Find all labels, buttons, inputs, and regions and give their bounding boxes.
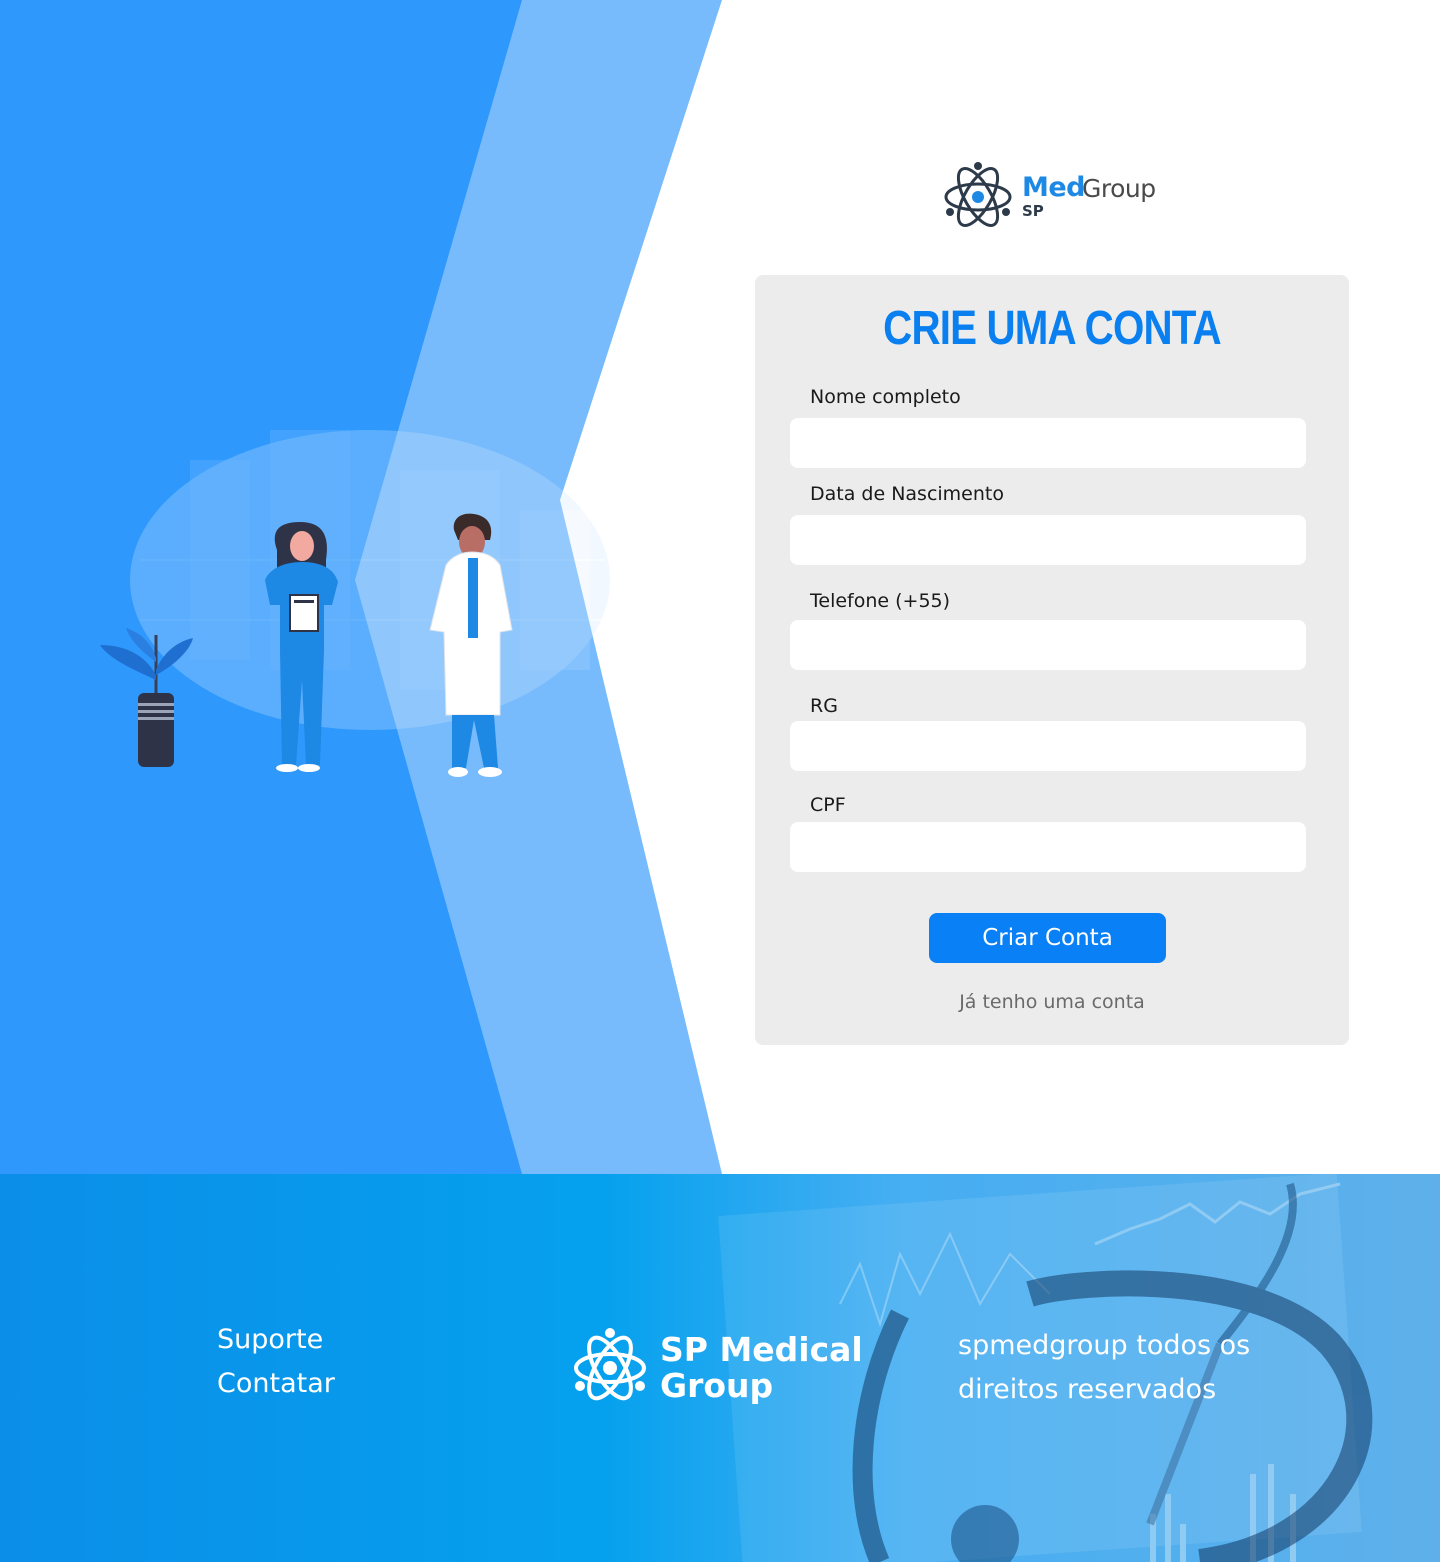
hero-section: Med Group SP CRIE UMA CONTA Nome complet… <box>0 0 1440 1174</box>
support-link[interactable]: Suporte <box>217 1324 323 1355</box>
brand-group-text: Group <box>1082 174 1156 203</box>
rg-input[interactable] <box>790 721 1306 771</box>
phone-label: Telefone (+55) <box>810 590 951 612</box>
contact-link[interactable]: Contatar <box>217 1368 335 1399</box>
medgroup-logo: Med Group SP <box>942 156 1162 238</box>
hospital-building-icon <box>130 430 610 730</box>
brand-med-text: Med <box>1022 172 1086 203</box>
medical-staff-illustration <box>100 430 610 777</box>
birthdate-label: Data de Nascimento <box>810 483 1004 505</box>
copyright-text: spmedgroup todos os direitos reservados <box>958 1330 1251 1405</box>
name-label: Nome completo <box>810 386 961 408</box>
brand-sp-text: SP <box>1022 202 1044 220</box>
form-title: CRIE UMA CONTA <box>883 302 1221 355</box>
create-account-button[interactable]: Criar Conta <box>929 913 1166 963</box>
footer-brand-line2: Group <box>660 1366 774 1405</box>
atom-icon <box>944 162 1012 227</box>
signup-form: CRIE UMA CONTA Nome completo Data de Nas… <box>755 275 1349 1045</box>
plant-icon <box>100 628 193 767</box>
name-input[interactable] <box>790 418 1306 468</box>
phone-input[interactable] <box>790 620 1306 670</box>
cpf-label: CPF <box>810 794 846 816</box>
atom-icon <box>574 1328 646 1401</box>
footer-brand-line1: SP Medical <box>660 1330 863 1369</box>
rg-label: RG <box>810 695 838 717</box>
footer-logo: SP Medical Group <box>570 1324 863 1414</box>
cpf-input[interactable] <box>790 822 1306 872</box>
footer: Suporte Contatar SP Medical Group spmedg… <box>0 1174 1440 1562</box>
birthdate-input[interactable] <box>790 515 1306 565</box>
login-link[interactable]: Já tenho uma conta <box>755 991 1349 1013</box>
